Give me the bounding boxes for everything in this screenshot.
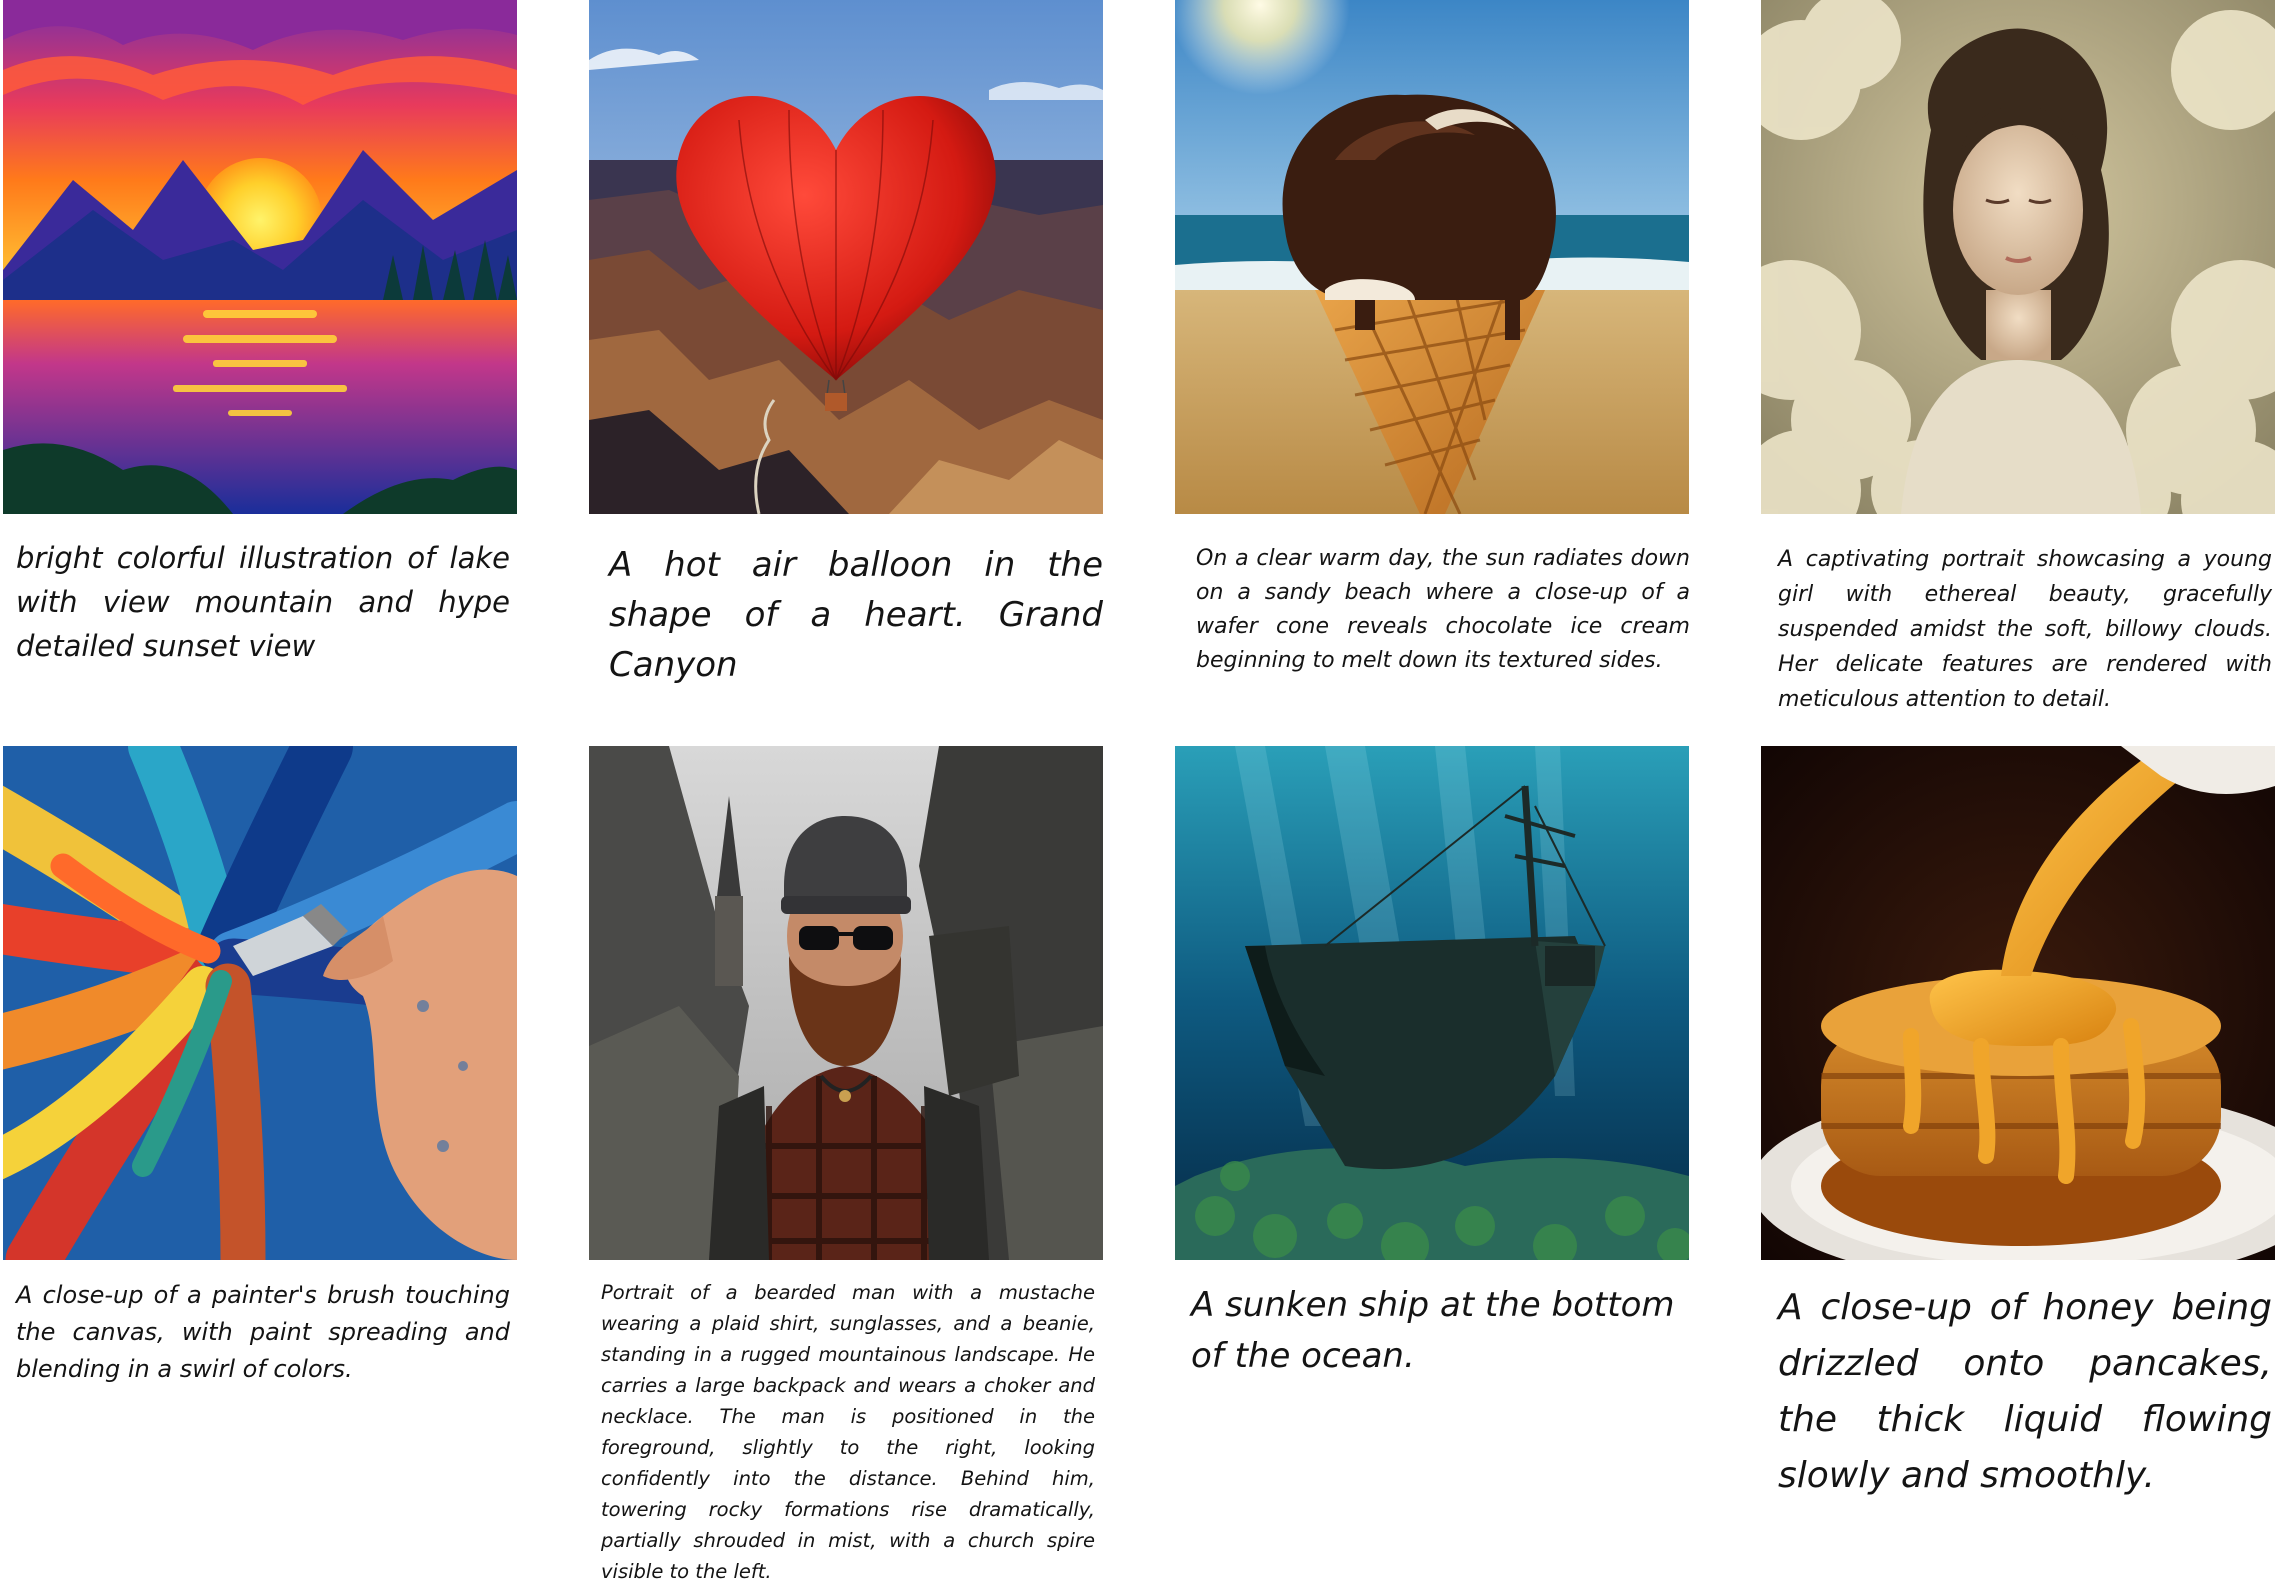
painter-brush-image bbox=[3, 746, 517, 1260]
sunken-ship-image bbox=[1175, 746, 1689, 1260]
sunset-lake-image bbox=[3, 0, 517, 514]
honey-pancakes-image bbox=[1761, 746, 2275, 1260]
heart-balloon-image bbox=[589, 0, 1103, 514]
ice-cream-caption: On a clear warm day, the sun radiates do… bbox=[1196, 546, 1690, 673]
girl-clouds-image bbox=[1761, 0, 2275, 514]
sunset-lake-caption: bright colorful illustration of lake wit… bbox=[16, 541, 510, 663]
painter-brush-caption: A close-up of a painter's brush touching… bbox=[16, 1281, 510, 1383]
girl-clouds-caption: A captivating portrait showcasing a youn… bbox=[1778, 547, 2272, 712]
sunken-ship-caption: A sunken ship at the bottom of the ocean… bbox=[1191, 1285, 1675, 1376]
bearded-man-caption: Portrait of a bearded man with a mustach… bbox=[601, 1281, 1095, 1583]
bearded-man-image bbox=[589, 746, 1103, 1260]
honey-pancakes-caption: A close-up of honey being drizzled onto … bbox=[1778, 1287, 2272, 1496]
ice-cream-image bbox=[1175, 0, 1689, 514]
heart-balloon-caption: A hot air balloon in the shape of a hear… bbox=[609, 545, 1103, 685]
